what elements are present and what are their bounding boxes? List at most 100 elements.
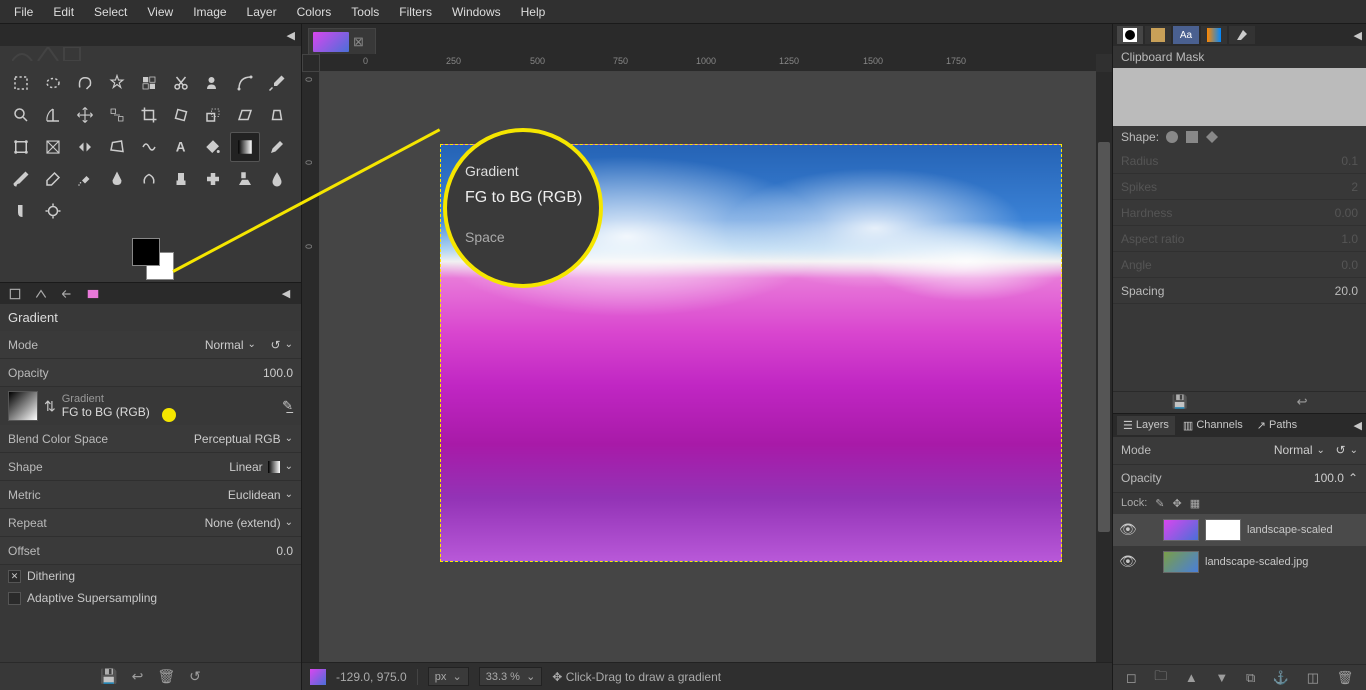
scale-tool[interactable] — [198, 100, 228, 130]
menu-windows[interactable]: Windows — [442, 1, 511, 23]
zoom-dropdown[interactable]: 33.3 % ⌄ — [479, 667, 543, 686]
ruler-corner[interactable] — [302, 54, 320, 72]
repeat-option[interactable]: Repeat None (extend) ⌄ — [0, 509, 301, 537]
brush-preview[interactable] — [1113, 68, 1366, 126]
status-thumb[interactable] — [310, 669, 326, 685]
warp-tool[interactable] — [134, 132, 164, 162]
gradients-tab[interactable] — [1201, 26, 1227, 44]
blur-tool[interactable] — [262, 164, 292, 194]
layer-mode-option[interactable]: Mode Normal ⌄ ↺ ⌄ — [1113, 437, 1366, 465]
scissors-tool[interactable] — [166, 68, 196, 98]
new-layer-icon[interactable]: ◻ — [1126, 670, 1137, 686]
unified-transform-tool[interactable] — [6, 132, 36, 162]
dodge-tool[interactable] — [38, 196, 68, 226]
text-tool[interactable]: A — [166, 132, 196, 162]
eraser-tool[interactable] — [38, 164, 68, 194]
blend-space-option[interactable]: Blend Color Space Perceptual RGB ⌄ — [0, 425, 301, 453]
color-picker-tool[interactable] — [262, 68, 292, 98]
bucket-fill-tool[interactable] — [198, 132, 228, 162]
merge-layer-icon[interactable]: ⚓ — [1273, 670, 1289, 686]
duplicate-layer-icon[interactable]: ⧉ — [1246, 670, 1255, 686]
flip-tool[interactable] — [70, 132, 100, 162]
device-status-tab[interactable] — [32, 286, 50, 302]
tool-options-tab[interactable] — [6, 286, 24, 302]
reset-preset-icon[interactable]: ↺ — [189, 668, 201, 685]
menu-select[interactable]: Select — [84, 1, 137, 23]
menu-view[interactable]: View — [137, 1, 183, 23]
lock-position-icon[interactable]: ✥ — [1173, 497, 1182, 510]
horizontal-ruler[interactable]: 02505007501000125015001750 — [320, 54, 1096, 72]
lock-pixels-icon[interactable]: ✎ — [1155, 497, 1164, 510]
layer-row[interactable]: 👁 landscape-scaled — [1113, 514, 1366, 546]
opacity-option[interactable]: Opacity 100.0 — [0, 359, 301, 387]
menu-edit[interactable]: Edit — [43, 1, 84, 23]
spacing-option[interactable]: Spacing20.0 — [1113, 278, 1366, 304]
fuzzy-select-tool[interactable] — [102, 68, 132, 98]
menu-file[interactable]: File — [4, 1, 43, 23]
layer-mask-thumbnail[interactable] — [1205, 519, 1241, 541]
paintbrush-tool[interactable] — [6, 164, 36, 194]
mode-reset-icon[interactable]: ↺ — [271, 338, 281, 352]
fg-color-swatch[interactable] — [132, 238, 160, 266]
revert-brush-icon[interactable]: ↩ — [1297, 394, 1308, 410]
delete-layer-icon[interactable]: 🗑 — [1337, 670, 1354, 686]
crop-tool[interactable] — [134, 100, 164, 130]
adaptive-checkbox[interactable]: Adaptive Supersampling — [0, 587, 301, 609]
undo-history-tab[interactable] — [58, 286, 76, 302]
layer-visibility-icon[interactable]: 👁 — [1119, 521, 1135, 538]
layer-visibility-icon[interactable]: 👁 — [1119, 553, 1135, 570]
layer-name[interactable]: landscape-scaled.jpg — [1205, 556, 1308, 568]
lower-layer-icon[interactable]: ▼ — [1215, 670, 1228, 685]
save-preset-icon[interactable]: 💾 — [100, 668, 117, 685]
layer-opacity-option[interactable]: Opacity 100.0 ⌃ — [1113, 465, 1366, 493]
panel-menu-icon[interactable]: ◀ — [287, 29, 295, 42]
gradient-preview-swatch[interactable] — [8, 391, 38, 421]
menu-tools[interactable]: Tools — [341, 1, 389, 23]
brush-editor-tab[interactable] — [1229, 26, 1255, 44]
clone-tool[interactable] — [166, 164, 196, 194]
image-tab[interactable]: ⊠ — [308, 28, 376, 54]
airbrush-tool[interactable] — [70, 164, 100, 194]
delete-preset-icon[interactable]: 🗑 — [157, 668, 175, 685]
shape-diamond-icon[interactable] — [1205, 130, 1219, 144]
new-group-icon[interactable]: 🗀 — [1154, 667, 1167, 689]
vertical-scrollbar[interactable] — [1096, 72, 1112, 662]
restore-preset-icon[interactable]: ↩ — [132, 668, 144, 685]
rect-select-tool[interactable] — [6, 68, 36, 98]
ink-tool[interactable] — [102, 164, 132, 194]
channels-tab[interactable]: ▥ Channels — [1177, 416, 1249, 435]
mypaint-tool[interactable] — [134, 164, 164, 194]
perspective-tool[interactable] — [262, 100, 292, 130]
unit-dropdown[interactable]: px ⌄ — [428, 667, 469, 686]
shape-square-icon[interactable] — [1185, 130, 1199, 144]
save-brush-icon[interactable]: 💾 — [1171, 394, 1187, 410]
vertical-ruler[interactable]: 000 — [302, 72, 320, 662]
align-tool[interactable] — [102, 100, 132, 130]
layer-name[interactable]: landscape-scaled — [1247, 524, 1333, 536]
perspective-clone-tool[interactable] — [230, 164, 260, 194]
panel-config-icon[interactable]: ◀ — [1354, 419, 1362, 432]
mask-layer-icon[interactable]: ◫ — [1307, 670, 1319, 686]
smudge-tool[interactable] — [6, 196, 36, 226]
fonts-tab[interactable]: Aa — [1173, 26, 1199, 44]
zoom-tool[interactable] — [6, 100, 36, 130]
dithering-checkbox[interactable]: ✕ Dithering — [0, 565, 301, 587]
shape-option[interactable]: Shape Linear ⌄ — [0, 453, 301, 481]
shape-circle-icon[interactable] — [1165, 130, 1179, 144]
cage-tool[interactable] — [102, 132, 132, 162]
panel-config-icon[interactable]: ◀ — [277, 286, 295, 302]
heal-tool[interactable] — [198, 164, 228, 194]
free-select-tool[interactable] — [70, 68, 100, 98]
menu-colors[interactable]: Colors — [287, 1, 342, 23]
ellipse-select-tool[interactable] — [38, 68, 68, 98]
canvas-viewport[interactable] — [320, 72, 1096, 662]
paths-tab[interactable]: ↗ Paths — [1251, 416, 1303, 435]
foreground-select-tool[interactable] — [198, 68, 228, 98]
layers-tab[interactable]: ☰ Layers — [1117, 416, 1175, 435]
rotate-tool[interactable] — [166, 100, 196, 130]
menu-filters[interactable]: Filters — [389, 1, 442, 23]
close-tab-icon[interactable]: ⊠ — [353, 34, 364, 50]
brushes-tab[interactable] — [1117, 26, 1143, 44]
shear-tool[interactable] — [230, 100, 260, 130]
edit-gradient-icon[interactable]: ✎̲ — [282, 398, 293, 414]
